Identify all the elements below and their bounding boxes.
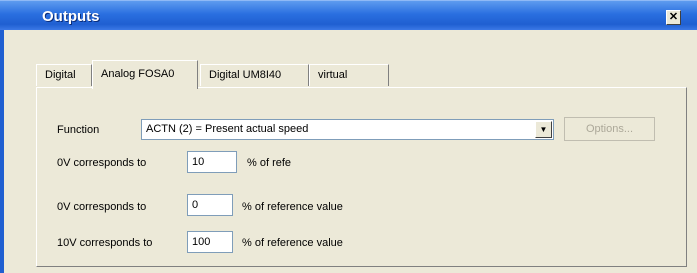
function-label: Function — [57, 124, 100, 136]
zero-volt-field-2[interactable]: 0 — [187, 194, 233, 216]
function-selected-value: ACTN (2) = Present actual speed — [146, 123, 309, 135]
tab-virtual[interactable]: virtual — [309, 64, 389, 86]
window-frame — [0, 30, 4, 273]
row-suffix: % of reference value — [242, 237, 343, 249]
tab-label: Digital — [45, 69, 76, 81]
row-suffix: % of refe — [247, 157, 292, 169]
tab-analog-fosa0[interactable]: Analog FOSA0 — [92, 60, 198, 89]
row-suffix: % of reference value — [242, 201, 343, 213]
title-bar[interactable]: Outputs ✕ — [0, 0, 697, 30]
tab-label: Digital UM8I40 — [209, 69, 282, 81]
zero-volt-field-1[interactable]: 10 — [187, 151, 237, 173]
row-label: 10V corresponds to — [57, 237, 153, 249]
window-title: Outputs — [42, 8, 100, 25]
tab-label: Analog FOSA0 — [101, 68, 175, 80]
row-label: 0V corresponds to — [57, 157, 147, 169]
tab-digital-um8i40[interactable]: Digital UM8I40 — [200, 64, 309, 86]
tab-digital[interactable]: Digital — [36, 64, 92, 86]
row-label: 0V corresponds to — [57, 201, 147, 213]
ten-volt-field[interactable]: 100 — [187, 231, 233, 253]
close-button[interactable]: ✕ — [666, 10, 681, 25]
close-icon: ✕ — [668, 11, 679, 23]
function-select[interactable]: ACTN (2) = Present actual speed ▼ — [141, 119, 554, 140]
outputs-dialog: Outputs ✕ Digital Analog FOSA0 Digital U… — [0, 0, 697, 273]
tab-label: virtual — [318, 69, 348, 81]
options-button[interactable]: Options... — [564, 117, 655, 141]
dropdown-arrow-icon[interactable]: ▼ — [535, 121, 552, 138]
